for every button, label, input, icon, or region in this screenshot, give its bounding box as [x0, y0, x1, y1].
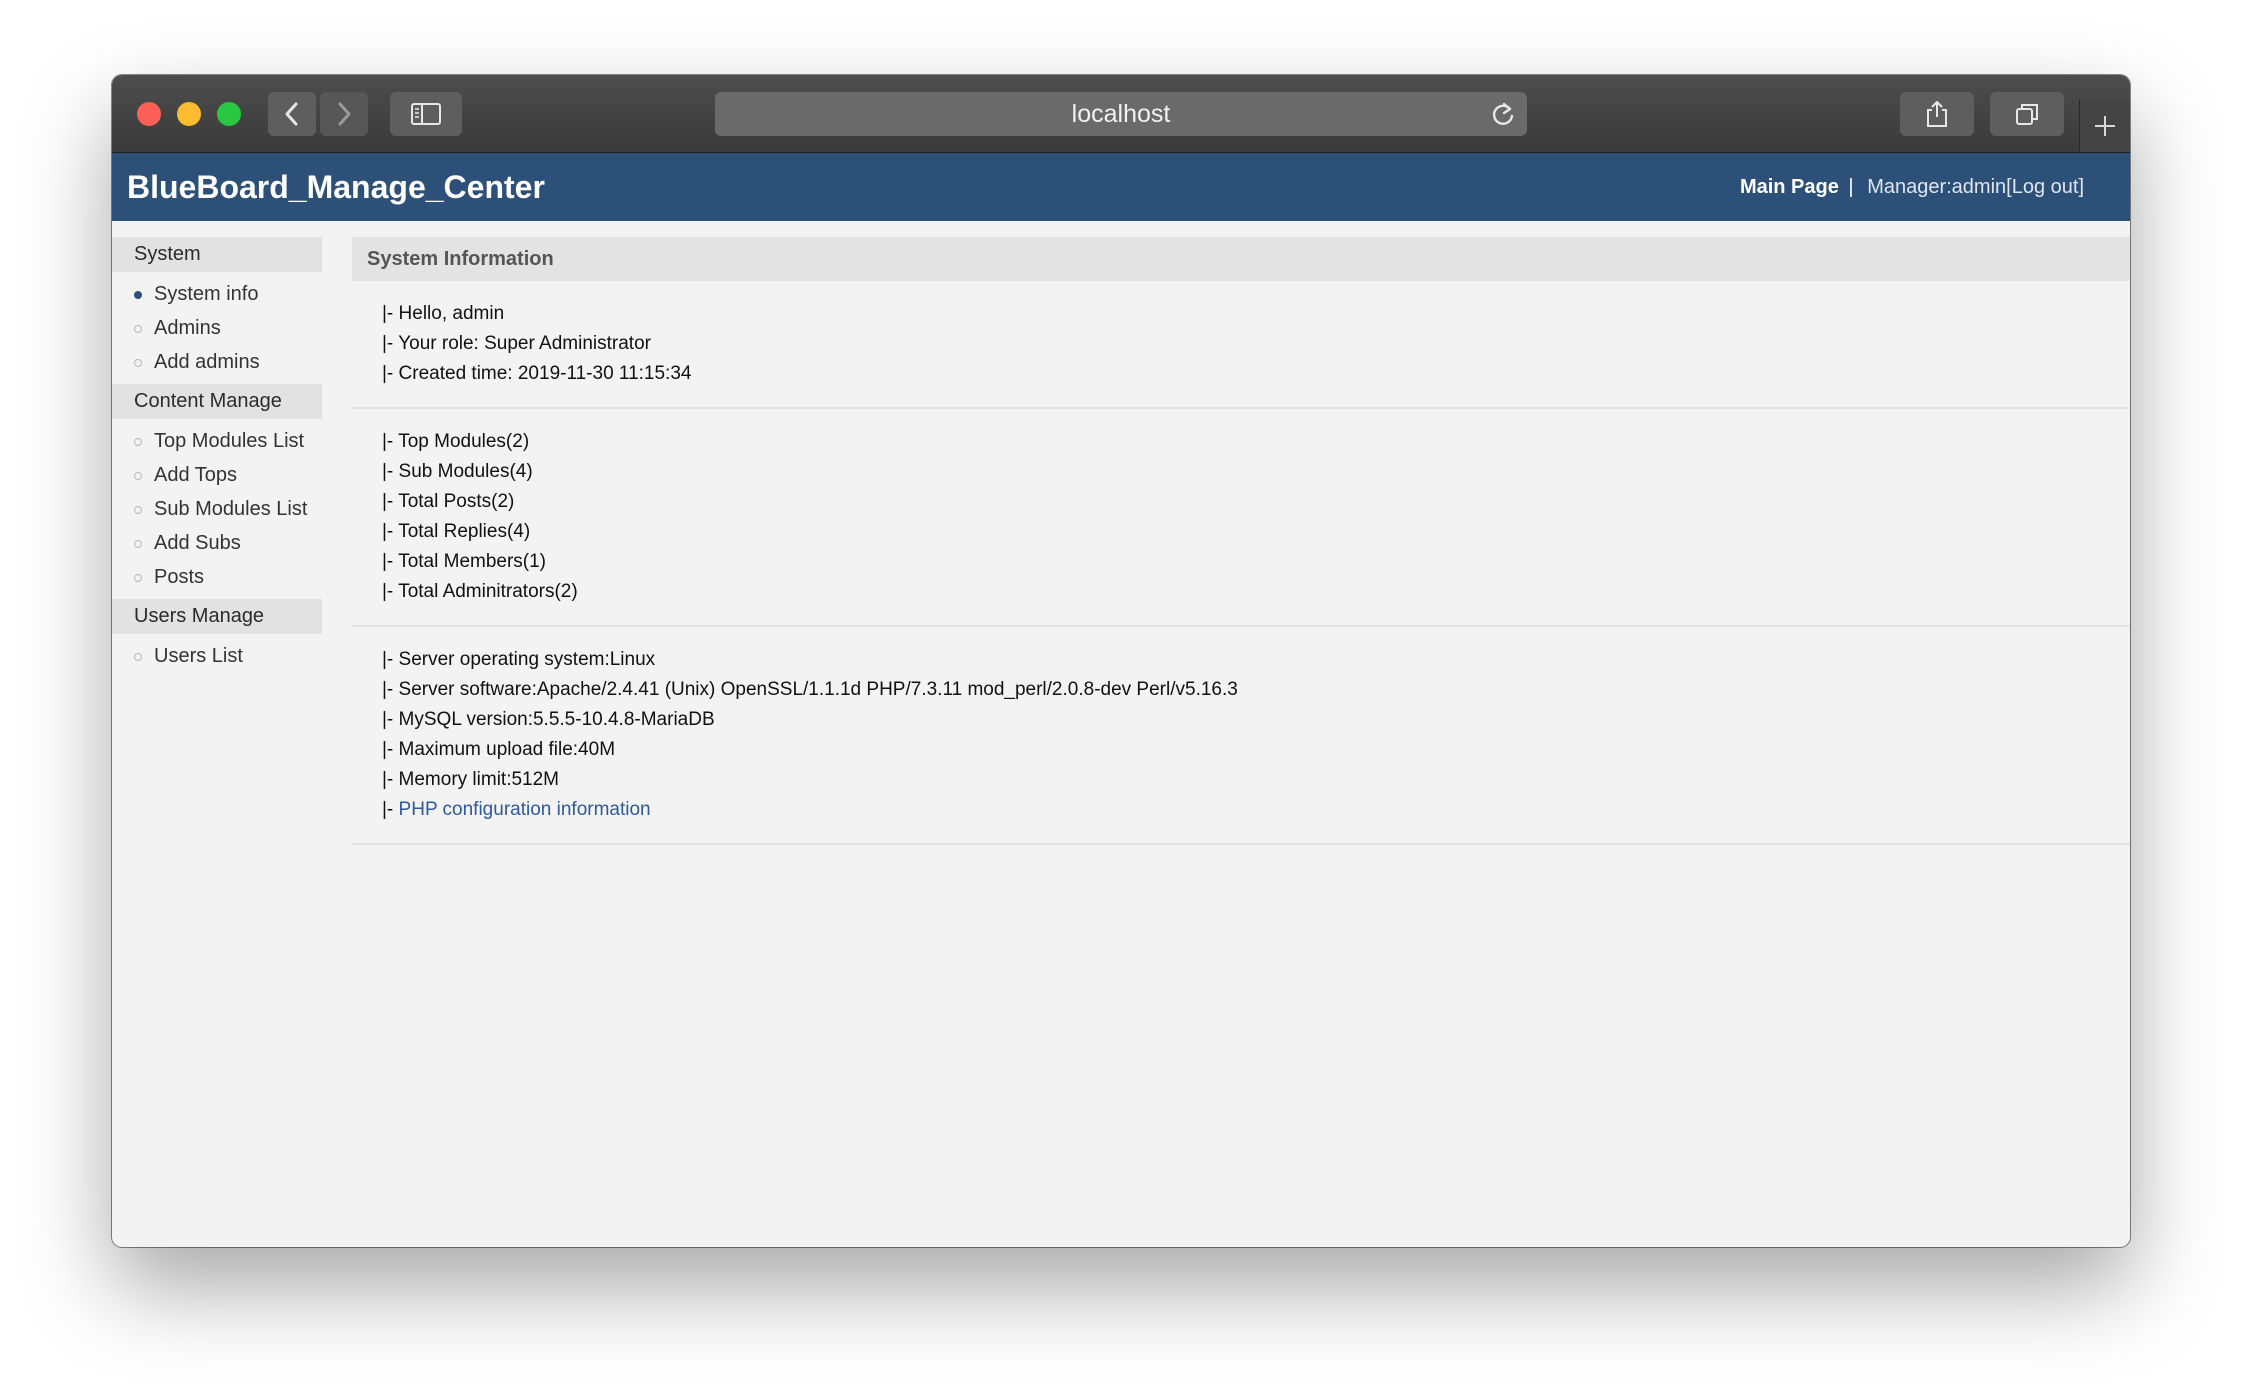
hello-line: |- Hello, admin: [382, 303, 505, 324]
manager-logout-link[interactable]: Manager:admin[Log out]: [1867, 176, 2084, 198]
sidebar-item-top-modules-list[interactable]: Top Modules List: [112, 423, 322, 459]
bullet-icon: [134, 472, 142, 480]
bullet-icon: [134, 506, 142, 514]
address-text: localhost: [1071, 100, 1171, 128]
sidebar-item-sub-modules-list[interactable]: Sub Modules List: [112, 491, 322, 527]
sidebar-icon: [411, 103, 441, 125]
sidebar-item-label: Sub Modules List: [154, 498, 308, 520]
site-brand: BlueBoard_Manage_Center: [127, 169, 545, 205]
role-line: |- Your role: Super Administrator: [382, 333, 651, 354]
sub-modules-line: |- Sub Modules(4): [382, 461, 533, 482]
sidebar-item-label: Add Tops: [154, 464, 238, 486]
bullet-icon: [134, 359, 142, 367]
total-replies-line: |- Total Replies(4): [382, 521, 531, 542]
share-icon: [1927, 101, 1947, 127]
chevron-left-icon: [285, 102, 298, 126]
header-separator: |: [1848, 176, 1854, 198]
maximize-window-button[interactable]: [217, 102, 241, 126]
bullet-icon: [134, 325, 142, 333]
sidebar-item-label: Add admins: [154, 351, 260, 373]
browser-toolbar: localhost: [112, 75, 2130, 153]
sidebar-toggle-button[interactable]: [390, 92, 462, 136]
sidebar-item-label: Posts: [154, 566, 205, 588]
new-tab-button[interactable]: [2079, 99, 2130, 152]
bullet-icon: [134, 574, 142, 582]
bullet-icon: [134, 438, 142, 446]
back-button[interactable]: [268, 92, 316, 136]
php-config-line: |- PHP configuration information: [382, 795, 2130, 825]
created-time-line: |- Created time: 2019-11-30 11:15:34: [382, 363, 692, 384]
memory-limit-line: |- Memory limit:512M: [382, 769, 560, 790]
sidebar: System System info Admins Add admins Con…: [112, 237, 322, 674]
sidebar-item-users-list[interactable]: Users List: [112, 638, 322, 674]
site-header: BlueBoard_Manage_Center Main Page | Mana…: [112, 153, 2130, 221]
sidebar-item-label: Users List: [154, 645, 243, 667]
sidebar-item-admins[interactable]: Admins: [112, 310, 322, 346]
reload-icon[interactable]: [1489, 100, 1517, 128]
sidebar-item-add-admins[interactable]: Add admins: [112, 344, 322, 380]
sidebar-item-label: System info: [154, 283, 259, 305]
php-config-prefix: |-: [382, 799, 399, 820]
total-posts-line: |- Total Posts(2): [382, 491, 515, 512]
sidebar-item-label: Top Modules List: [154, 430, 305, 452]
plus-icon: [2095, 115, 2115, 136]
close-window-button[interactable]: [137, 102, 161, 126]
main-page-link[interactable]: Main Page: [1740, 176, 1839, 198]
sidebar-section-content-manage: Content Manage: [112, 384, 322, 419]
max-upload-line: |- Maximum upload file:40M: [382, 739, 616, 760]
sidebar-item-posts[interactable]: Posts: [112, 559, 322, 595]
sidebar-item-label: Admins: [154, 317, 221, 339]
header-links: Main Page | Manager:admin[Log out]: [1740, 153, 2084, 221]
main-content: System Information |- Hello, admin |- Yo…: [352, 237, 2130, 845]
share-button[interactable]: [1900, 92, 1974, 136]
stats-block: |- Top Modules(2) |- Sub Modules(4) |- T…: [352, 409, 2130, 627]
sidebar-item-system-info[interactable]: System info: [112, 276, 322, 312]
sidebar-item-add-tops[interactable]: Add Tops: [112, 457, 322, 493]
sidebar-item-label: Add Subs: [154, 532, 241, 554]
forward-button[interactable]: [320, 92, 368, 136]
total-admins-line: |- Total Adminitrators(2): [382, 581, 578, 602]
address-bar[interactable]: localhost: [715, 92, 1527, 136]
user-info-block: |- Hello, admin |- Your role: Super Admi…: [352, 281, 2130, 409]
sidebar-section-system: System: [112, 237, 322, 272]
tabs-icon: [2016, 104, 2038, 125]
total-members-line: |- Total Members(1): [382, 551, 547, 572]
server-info-block: |- Server operating system:Linux |- Serv…: [352, 627, 2130, 845]
bullet-icon: [134, 653, 142, 661]
sidebar-item-add-subs[interactable]: Add Subs: [112, 525, 322, 561]
bullet-icon: [134, 540, 142, 548]
tabs-overview-button[interactable]: [1990, 92, 2064, 136]
server-software-line: |- Server software:Apache/2.4.41 (Unix) …: [382, 679, 1238, 700]
sidebar-section-users-manage: Users Manage: [112, 599, 322, 634]
browser-window: localhost BlueBoard_Manage_Center Main P…: [112, 75, 2130, 1247]
page-title: System Information: [352, 237, 2130, 281]
chevron-right-icon: [338, 102, 351, 126]
os-line: |- Server operating system:Linux: [382, 649, 656, 670]
minimize-window-button[interactable]: [177, 102, 201, 126]
php-config-link[interactable]: PHP configuration information: [399, 799, 651, 820]
mysql-version-line: |- MySQL version:5.5.5-10.4.8-MariaDB: [382, 709, 715, 730]
top-modules-line: |- Top Modules(2): [382, 431, 530, 452]
bullet-icon: [134, 291, 142, 299]
